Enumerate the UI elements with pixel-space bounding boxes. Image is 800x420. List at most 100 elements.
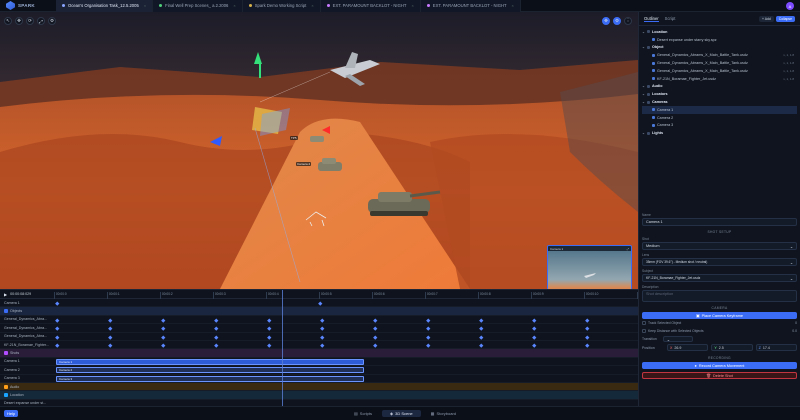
- keyframe-marker[interactable]: [320, 343, 325, 347]
- chevron-down-icon[interactable]: ⌄: [642, 100, 645, 104]
- timeline-row[interactable]: General_Dynamics_Abra...: [0, 333, 638, 341]
- lens-select[interactable]: 35mm (FOV 39.6°) - Medium shot / neutral…: [642, 258, 797, 266]
- shot-select[interactable]: Medium ⌄: [642, 242, 797, 250]
- outliner-item[interactable]: ⌄ Locators: [642, 90, 797, 98]
- collapse-button[interactable]: Collapse: [775, 15, 795, 22]
- track-lane[interactable]: [54, 349, 638, 356]
- add-button[interactable]: + Add: [759, 15, 774, 22]
- keyframe-marker[interactable]: [108, 318, 113, 322]
- timeline-row[interactable]: General_Dynamics_Abra...: [0, 324, 638, 333]
- outliner-item[interactable]: KF-21N_Boramae_Fighter_Jet.usdz x, 1, 1.8: [642, 75, 797, 83]
- object-tag[interactable]: TP5: [290, 136, 298, 140]
- project-tab[interactable]: EXT. PARAMOUNT BACKLOT - NIGHT ×: [420, 0, 521, 12]
- keep-distance-row[interactable]: Keep Distance with Selected Objects 0.0: [642, 327, 797, 335]
- keyframe-marker[interactable]: [320, 326, 325, 331]
- shot-clip[interactable]: Camera 3: [56, 375, 364, 382]
- outliner-item[interactable]: Camera 2: [642, 114, 797, 122]
- keyframe-marker[interactable]: [318, 301, 323, 306]
- viewport-tool-button[interactable]: ✥: [602, 17, 610, 25]
- keyframe-marker[interactable]: [373, 318, 378, 322]
- outliner-item[interactable]: ⌄ Cameras: [642, 98, 797, 106]
- viewport-tool-button[interactable]: ⤢: [37, 17, 45, 25]
- keyframe-marker[interactable]: [161, 335, 166, 339]
- close-icon[interactable]: ×: [144, 3, 146, 8]
- keyframe-marker[interactable]: [585, 343, 590, 347]
- timeline-row[interactable]: Objects: [0, 307, 638, 316]
- shot-clip[interactable]: Camera 2: [56, 367, 364, 374]
- keep-distance-checkbox[interactable]: [642, 329, 646, 333]
- keyframe-marker[interactable]: [267, 335, 272, 339]
- name-field[interactable]: Camera 1: [642, 218, 797, 226]
- keyframe-marker[interactable]: [267, 343, 272, 347]
- chevron-down-icon[interactable]: ⌄: [642, 84, 645, 88]
- mode-tab[interactable]: ▦ Storyboard: [423, 410, 464, 417]
- project-tab[interactable]: EXT. PARAMOUNT BACKLOT - NIGHT ×: [320, 0, 421, 12]
- chevron-down-icon[interactable]: ⌄: [642, 131, 645, 135]
- timeline-row[interactable]: Camera 2 Camera 2: [0, 366, 638, 375]
- mode-tab[interactable]: ◈ 3D Scene: [382, 410, 421, 417]
- close-icon[interactable]: ×: [311, 3, 313, 8]
- outliner-item[interactable]: ⌄ Location: [642, 28, 797, 36]
- outliner-item[interactable]: Camera 3: [642, 122, 797, 130]
- outliner-item[interactable]: General_Dynamics_Abrams_X_Main_Battle_Ta…: [642, 59, 797, 67]
- keyframe-marker[interactable]: [214, 335, 219, 339]
- tab-outliner[interactable]: Outliner: [644, 16, 659, 22]
- keyframe-marker[interactable]: [479, 318, 484, 322]
- outliner-item[interactable]: Desert expanse under starry sky.spz: [642, 36, 797, 44]
- timeline-row[interactable]: Camera 1 Camera 1: [0, 358, 638, 367]
- close-icon[interactable]: ×: [411, 3, 413, 8]
- project-tab[interactable]: Final Well Prep Scenes_ a.2.2006 ×: [153, 0, 243, 12]
- keyframe-marker[interactable]: [532, 326, 537, 331]
- camera-preview[interactable]: Camera 1 ⤢: [547, 245, 632, 289]
- keyframe-marker[interactable]: [55, 335, 60, 339]
- chevron-down-icon[interactable]: ⌄: [642, 92, 645, 96]
- track-lane[interactable]: Camera 1: [54, 358, 638, 365]
- chevron-down-icon[interactable]: ⌄: [642, 45, 645, 49]
- help-button[interactable]: Help: [4, 410, 19, 417]
- keyframe-marker[interactable]: [426, 318, 431, 322]
- keyframe-marker[interactable]: [161, 326, 166, 331]
- close-icon[interactable]: ×: [233, 3, 235, 8]
- keyframe-marker[interactable]: [479, 326, 484, 331]
- time-ruler[interactable]: 00:00:0 00:00:1 00:00:2 00:00:3 00:00:4 00:00…: [54, 290, 651, 299]
- timeline-row[interactable]: General_Dynamics_Abra...: [0, 316, 638, 325]
- track-lane[interactable]: Camera 3: [54, 375, 638, 382]
- project-tab[interactable]: Ocean's Organisation Task_12.5.2005 ×: [56, 0, 154, 12]
- keyframe-marker[interactable]: [214, 343, 219, 347]
- outliner-item[interactable]: General_Dynamics_Abrams_X_Main_Battle_Ta…: [642, 67, 797, 75]
- track-lane[interactable]: [54, 333, 638, 340]
- play-icon[interactable]: ▶: [4, 292, 7, 297]
- track-lane[interactable]: [54, 383, 638, 390]
- track-lane[interactable]: [54, 316, 638, 323]
- keyframe-marker[interactable]: [267, 318, 272, 322]
- keyframe-marker[interactable]: [320, 335, 325, 339]
- outliner-item[interactable]: ⌄ Lights: [642, 129, 797, 137]
- timeline[interactable]: ▶ 00:00:08:029 00:00:0 00:00:1 00:00:2 00:0…: [0, 289, 651, 409]
- timeline-row[interactable]: Camera 3 Camera 3: [0, 375, 638, 383]
- keyframe-marker[interactable]: [426, 326, 431, 331]
- keyframe-marker[interactable]: [585, 326, 590, 331]
- track-selected-row[interactable]: Track Selected Object 0: [642, 319, 797, 327]
- keyframe-marker[interactable]: [108, 343, 113, 347]
- track-lane[interactable]: [54, 299, 638, 306]
- keyframe-marker[interactable]: [161, 318, 166, 322]
- keyframe-marker[interactable]: [161, 343, 166, 347]
- keyframe-marker[interactable]: [479, 343, 484, 347]
- track-lane[interactable]: [54, 324, 638, 331]
- outliner-item[interactable]: General_Dynamics_Abrams_X_Main_Battle_Ta…: [642, 51, 797, 59]
- timeline-row[interactable]: Shots: [0, 349, 638, 358]
- keyframe-marker[interactable]: [585, 335, 590, 339]
- keyframe-marker[interactable]: [426, 335, 431, 339]
- keyframe-marker[interactable]: [373, 335, 378, 339]
- keyframe-marker[interactable]: [320, 318, 325, 322]
- transition-select[interactable]: ⌄: [662, 336, 693, 342]
- position-x-input[interactable]: X 26.9: [667, 344, 709, 351]
- keyframe-marker[interactable]: [214, 318, 219, 322]
- keyframe-marker[interactable]: [108, 335, 113, 339]
- keyframe-marker[interactable]: [479, 335, 484, 339]
- transition-row[interactable]: Transition ⌄: [642, 335, 797, 343]
- viewport-tool-button[interactable]: ⟳: [26, 17, 34, 25]
- expand-icon[interactable]: ⤢: [627, 247, 629, 251]
- keyframe-marker[interactable]: [426, 343, 431, 347]
- outliner-item[interactable]: Camera 1: [642, 105, 797, 114]
